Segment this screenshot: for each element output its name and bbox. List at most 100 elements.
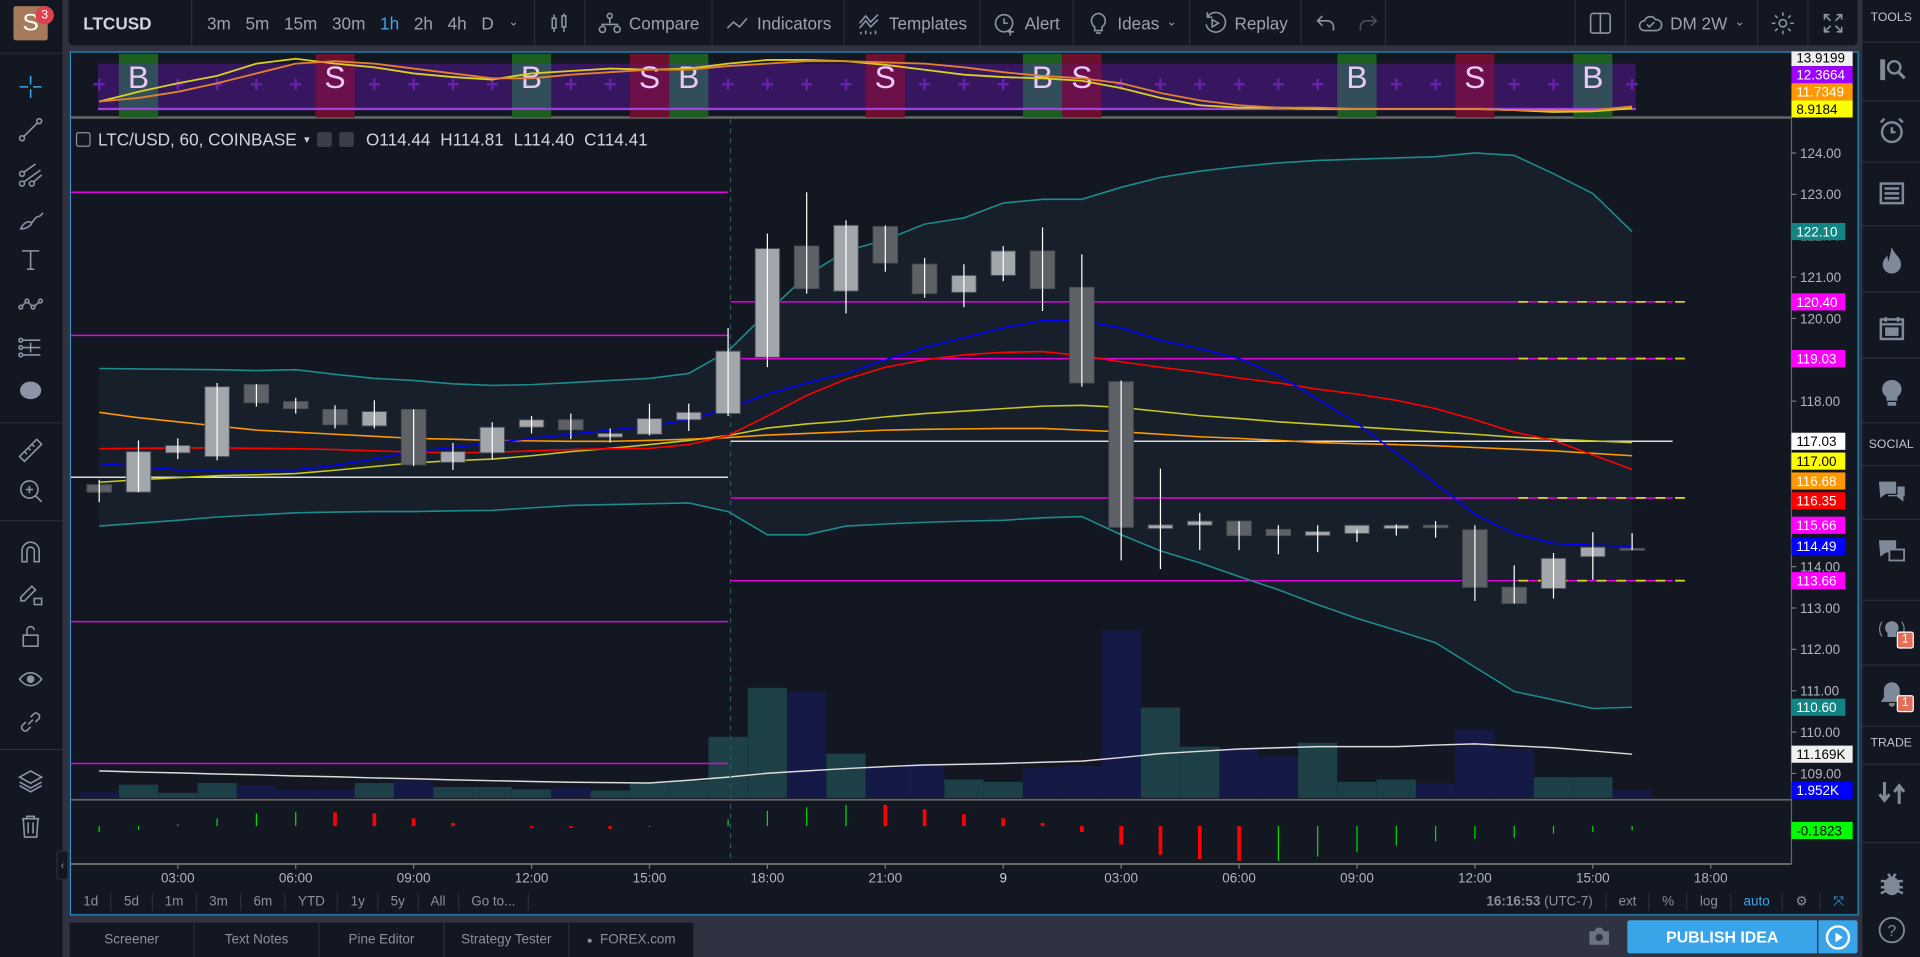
tab-pine-editor[interactable]: Pine Editor xyxy=(319,922,445,957)
chart-canvas[interactable]: + + + + + + + + + + + + + + + + + + + + + + + + + + + + +B S B S B S B S B S B… xyxy=(70,51,1859,915)
percent-toggle[interactable]: % xyxy=(1648,893,1687,911)
time-tick-label: 06:00 xyxy=(1222,870,1256,885)
maximize-chart-button[interactable]: ⤧ xyxy=(1819,893,1857,911)
range-1d[interactable]: 1d xyxy=(71,893,112,911)
visibility-icon[interactable] xyxy=(316,132,332,147)
axis-settings-button[interactable]: ⚙ xyxy=(1782,893,1820,911)
replay-button[interactable]: Replay xyxy=(1190,0,1300,45)
settings-icon[interactable] xyxy=(339,132,354,147)
icon-shapes-tool[interactable] xyxy=(12,374,49,406)
range-goto[interactable]: Go to... xyxy=(459,893,529,911)
notification-badge: 3 xyxy=(35,6,54,25)
help-button[interactable]: ? xyxy=(1872,912,1910,949)
templates-button[interactable]: Templates xyxy=(845,0,979,45)
alert-button[interactable]: Alert xyxy=(980,0,1072,45)
hotlists-button[interactable] xyxy=(1872,242,1910,279)
ideas-panel-button[interactable] xyxy=(1872,374,1910,411)
interval-5m[interactable]: 5m xyxy=(238,13,277,33)
volume-bar xyxy=(1022,767,1063,798)
interval-D[interactable]: D xyxy=(474,13,501,33)
chevron-down-icon[interactable]: ⌄ xyxy=(501,16,526,29)
volume-bar xyxy=(826,753,866,798)
calendar-button[interactable] xyxy=(1872,310,1910,347)
range-1y[interactable]: 1y xyxy=(338,893,379,911)
chevron-down-icon[interactable]: ▾ xyxy=(304,133,310,146)
remove-drawings-button[interactable] xyxy=(12,810,49,842)
settings-button[interactable] xyxy=(1758,0,1807,45)
log-toggle[interactable]: log xyxy=(1686,893,1730,911)
object-tree-button[interactable] xyxy=(12,765,49,797)
clock[interactable]: 16:16:53 (UTC-7) xyxy=(1486,895,1605,910)
report-bug-button[interactable] xyxy=(1872,865,1910,902)
lock-drawings-toggle[interactable] xyxy=(12,578,49,610)
interval-30m[interactable]: 30m xyxy=(325,13,373,33)
alert-label: Alert xyxy=(1024,12,1060,33)
forecast-tool[interactable] xyxy=(12,332,49,364)
tab-text-notes[interactable]: Text Notes xyxy=(194,922,320,957)
range-1m[interactable]: 1m xyxy=(152,893,197,911)
chart-type-button[interactable] xyxy=(535,0,584,45)
volume-bar xyxy=(433,786,473,798)
chats-button[interactable] xyxy=(1872,475,1910,512)
lock-all-toggle[interactable] xyxy=(12,620,49,652)
auto-toggle[interactable]: auto xyxy=(1730,893,1782,911)
watchlist-button[interactable] xyxy=(1872,51,1910,88)
ideas-button[interactable]: Ideas ⌄ xyxy=(1073,0,1189,45)
text-tool[interactable] xyxy=(12,244,49,276)
interval-3m[interactable]: 3m xyxy=(200,13,239,33)
save-layout-button[interactable]: DM 2W ⌄ xyxy=(1626,0,1757,45)
oscillator-bar xyxy=(1317,826,1319,857)
alerts-panel-button[interactable] xyxy=(1872,113,1910,150)
brush-tool[interactable] xyxy=(12,204,49,236)
private-messages-button[interactable] xyxy=(1872,534,1910,571)
signal-plus-mark: + xyxy=(840,72,853,97)
interval-4h[interactable]: 4h xyxy=(440,13,474,33)
measure-tool[interactable] xyxy=(12,434,49,466)
range-3m[interactable]: 3m xyxy=(197,893,242,911)
pencil-lock-icon xyxy=(20,585,43,606)
oscillator-bar xyxy=(333,812,337,827)
indicators-button[interactable]: Indicators xyxy=(713,0,844,45)
interval-15m[interactable]: 15m xyxy=(277,13,325,33)
range-5d[interactable]: 5d xyxy=(112,893,153,911)
layout-button[interactable] xyxy=(1576,0,1625,45)
oscillator-bar xyxy=(806,807,808,827)
publish-idea-button[interactable]: PUBLISH IDEA xyxy=(1627,920,1818,954)
sync-drawings-toggle[interactable] xyxy=(12,706,49,738)
crosshair-tool[interactable] xyxy=(12,71,49,103)
pattern-tool[interactable] xyxy=(12,284,49,316)
trading-panel-button[interactable] xyxy=(1872,775,1910,812)
undo-button[interactable] xyxy=(1301,0,1350,45)
range-5y[interactable]: 5y xyxy=(378,893,419,911)
range-6m[interactable]: 6m xyxy=(241,893,286,911)
tab-strategy-tester[interactable]: Strategy Tester xyxy=(444,922,570,957)
pitchfork-tool[interactable] xyxy=(12,159,49,191)
legend-title[interactable]: LTC/USD, 60, COINBASE xyxy=(98,130,297,150)
tab-screener[interactable]: Screener xyxy=(69,922,195,957)
ext-toggle[interactable]: ext xyxy=(1604,893,1649,911)
range-ytd[interactable]: YTD xyxy=(286,893,339,911)
redo-button[interactable] xyxy=(1350,0,1384,45)
range-all[interactable]: All xyxy=(418,893,459,911)
news-button[interactable] xyxy=(1872,175,1910,212)
symbol-search[interactable]: LTCUSD xyxy=(69,13,191,33)
zoom-tool[interactable] xyxy=(12,475,49,507)
price-tick-label: 111.00 xyxy=(1800,684,1839,699)
trend-line-tool[interactable] xyxy=(12,114,49,146)
fullscreen-button[interactable] xyxy=(1809,0,1858,45)
tab-forex-com[interactable]: ● FOREX.com xyxy=(569,922,695,957)
templates-icon xyxy=(858,13,879,34)
collapse-legend-icon[interactable] xyxy=(75,132,91,147)
magnet-toggle[interactable] xyxy=(12,536,49,568)
interval-1h[interactable]: 1h xyxy=(373,13,407,33)
interval-2h[interactable]: 2h xyxy=(406,13,440,33)
compare-button[interactable]: Compare xyxy=(585,0,712,45)
snapshot-button[interactable] xyxy=(1587,925,1611,951)
publish-options-button[interactable] xyxy=(1818,920,1858,954)
volume-bar xyxy=(394,780,434,798)
hide-drawings-toggle[interactable] xyxy=(12,663,49,695)
volume-bar xyxy=(629,783,670,798)
collapse-toolbar-button[interactable]: ‹ xyxy=(56,850,69,880)
ideas-label: Ideas xyxy=(1117,12,1160,33)
indicators-label: Indicators xyxy=(757,12,832,33)
